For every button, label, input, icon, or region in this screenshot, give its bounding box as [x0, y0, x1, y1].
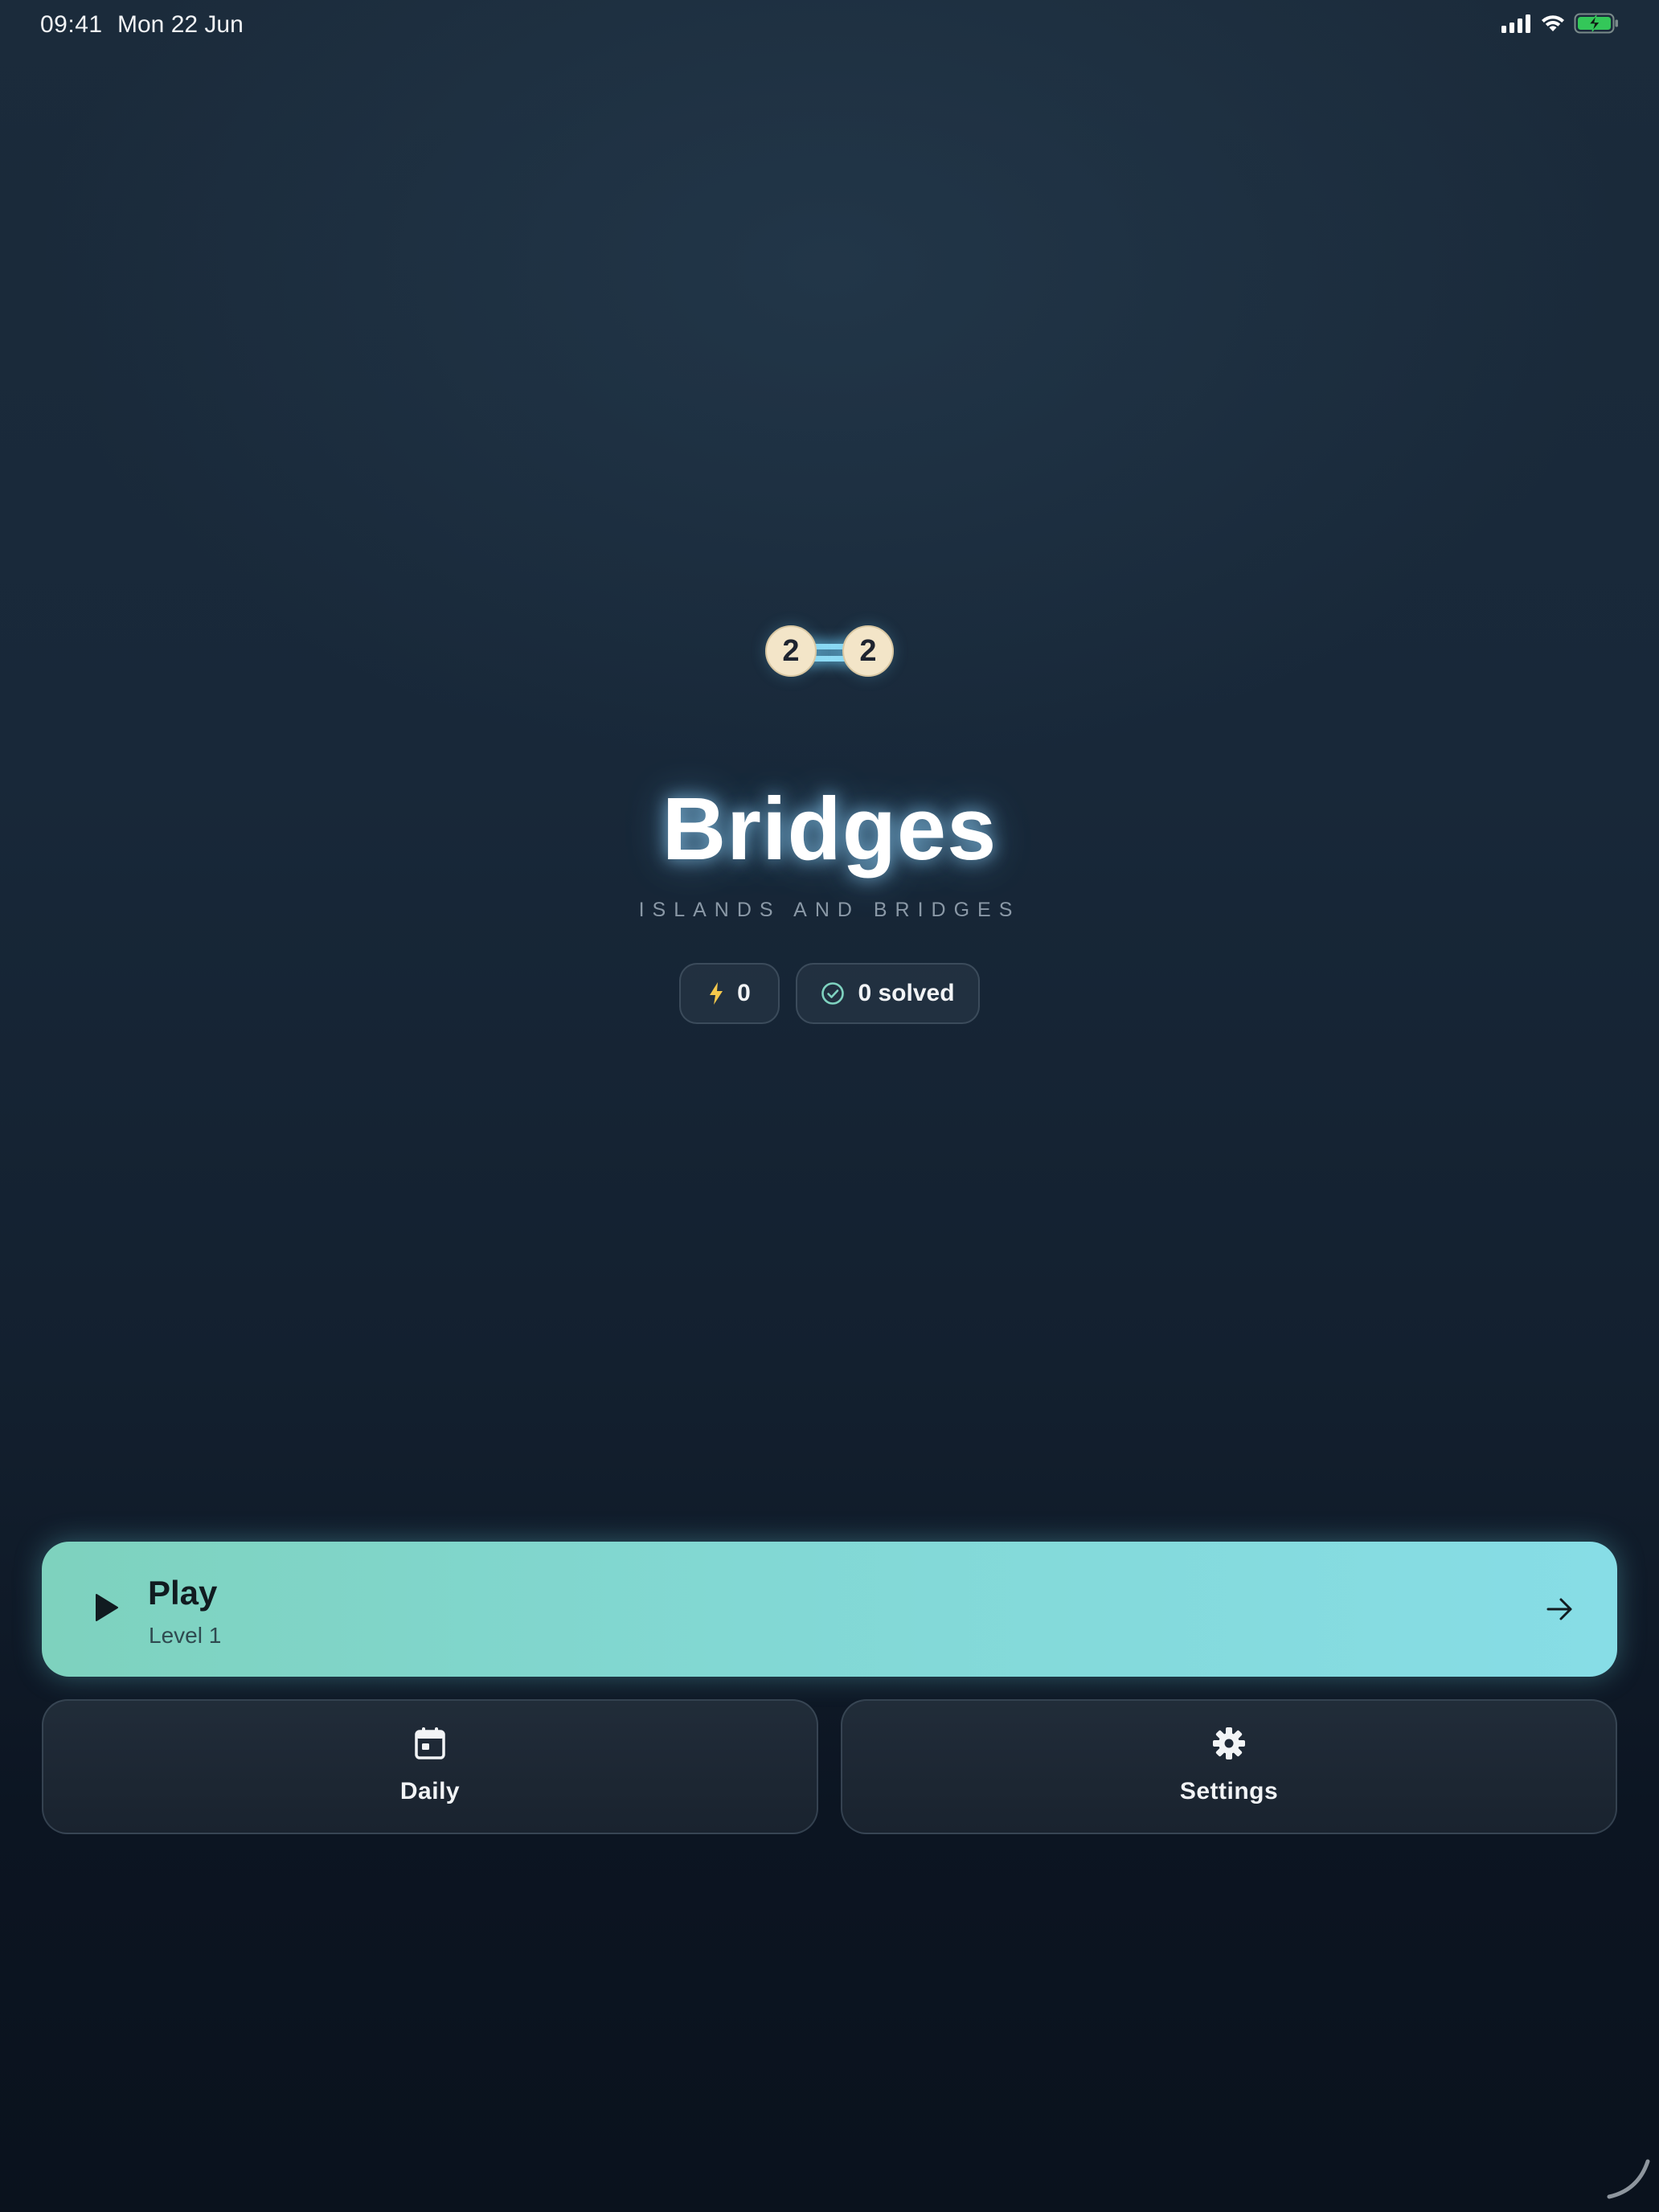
- status-time: 09:41: [40, 11, 103, 38]
- settings-label: Settings: [1179, 1778, 1279, 1804]
- settings-button[interactable]: Settings: [841, 1699, 1617, 1834]
- battery-charging-icon: [1574, 13, 1619, 34]
- streak-value: 0: [737, 980, 751, 1006]
- daily-button[interactable]: Daily: [42, 1699, 818, 1834]
- wifi-icon: [1540, 14, 1566, 33]
- status-bar: 09:41 Mon 22 Jun: [0, 0, 1659, 51]
- streak-badge: 0: [679, 963, 780, 1024]
- play-title: Play: [148, 1574, 218, 1612]
- app-title: Bridges: [662, 780, 997, 879]
- logo-island-right: 2: [842, 625, 894, 677]
- play-level: Level 1: [149, 1623, 222, 1648]
- gear-icon: [842, 1727, 1616, 1760]
- calendar-icon: [43, 1727, 817, 1760]
- solved-value: 0 solved: [858, 980, 955, 1006]
- check-circle-icon: [821, 981, 845, 1006]
- app-subtitle: ISLANDS AND BRIDGES: [638, 899, 1021, 921]
- cellular-signal-icon: [1501, 14, 1532, 33]
- daily-label: Daily: [399, 1778, 461, 1804]
- play-button[interactable]: Play Level 1: [42, 1542, 1617, 1677]
- app-logo: 2 2: [760, 622, 899, 683]
- solved-badge: 0 solved: [796, 963, 980, 1024]
- play-icon: [93, 1593, 119, 1626]
- status-icons: [1501, 13, 1619, 34]
- corner-swipe-indicator: [1606, 2155, 1651, 2204]
- status-date: Mon 22 Jun: [117, 11, 244, 38]
- logo-island-left: 2: [765, 625, 817, 677]
- arrow-right-icon: [1546, 1596, 1574, 1626]
- lightning-icon: [708, 981, 724, 1006]
